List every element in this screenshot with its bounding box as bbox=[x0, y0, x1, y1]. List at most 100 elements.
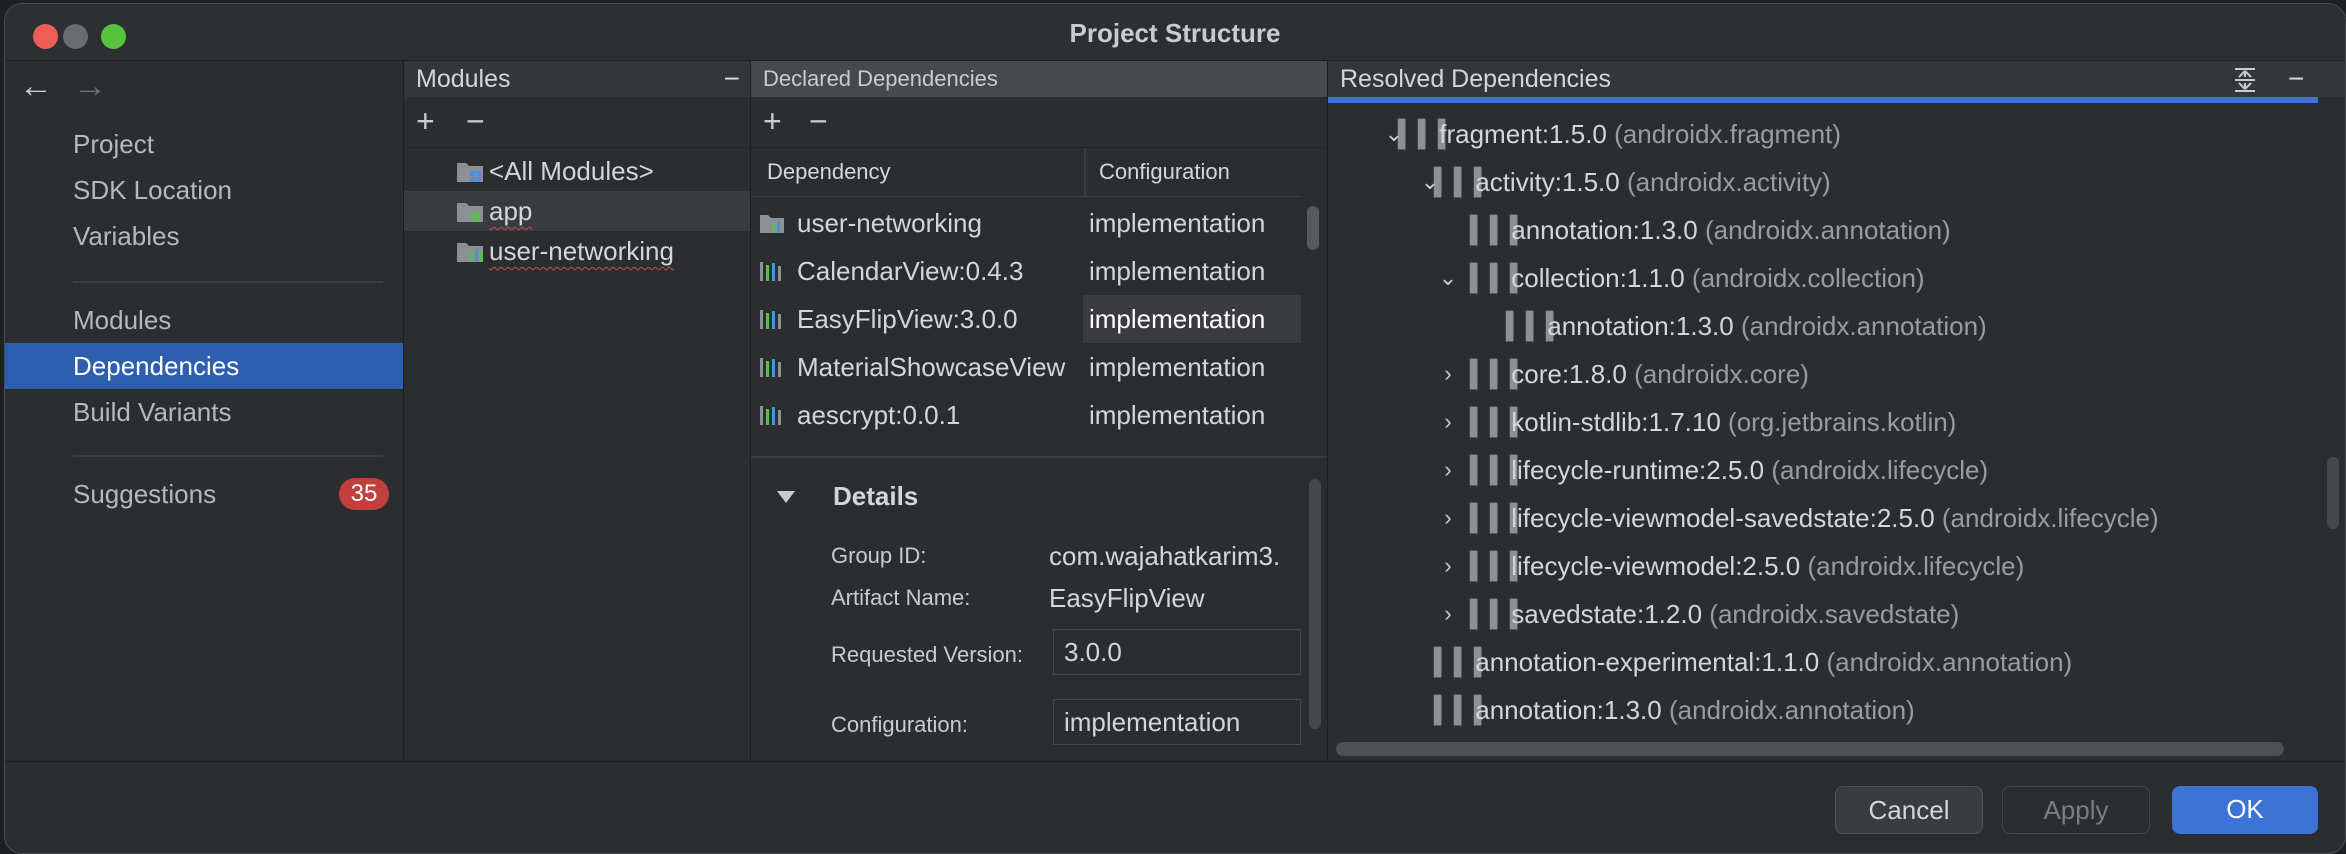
details-scrollbar[interactable] bbox=[1309, 479, 1321, 729]
tree-row[interactable]: ▍▍▍ annotation:1.3.0 (androidx.annotatio… bbox=[1470, 207, 1951, 253]
tree-row[interactable]: › ▍▍▍ lifecycle-viewmodel:2.5.0 (android… bbox=[1444, 543, 2024, 589]
module-item-all-modules[interactable]: <All Modules> bbox=[404, 151, 750, 191]
dependency-group: (androidx.activity) bbox=[1626, 167, 1831, 197]
table-row[interactable]: user-networking implementation bbox=[751, 199, 1301, 247]
dependencies-table-header: Dependency Configuration bbox=[751, 148, 1301, 197]
chevron-right-icon[interactable]: › bbox=[1438, 591, 1458, 637]
collapse-all-icon[interactable] bbox=[2232, 67, 2258, 93]
column-header-configuration[interactable]: Configuration bbox=[1099, 148, 1230, 196]
table-row[interactable]: CalendarView:0.4.3 implementation bbox=[751, 247, 1301, 295]
column-header-dependency[interactable]: Dependency bbox=[767, 148, 891, 196]
tree-row[interactable]: ⌄ ▍▍▍ activity:1.5.0 (androidx.activity) bbox=[1421, 159, 1831, 205]
dependency-group: (androidx.fragment) bbox=[1614, 119, 1842, 149]
library-icon bbox=[760, 406, 781, 425]
remove-module-button[interactable]: − bbox=[466, 103, 485, 140]
tree-horizontal-scrollbar[interactable] bbox=[1336, 742, 2284, 756]
add-module-button[interactable]: + bbox=[416, 103, 435, 140]
apply-button[interactable]: Apply bbox=[2002, 786, 2150, 834]
project-structure-window: Project Structure ← → Project SDK Locati… bbox=[4, 3, 2346, 854]
column-divider[interactable] bbox=[1084, 148, 1086, 196]
tree-row[interactable]: › ▍▍▍ lifecycle-viewmodel-savedstate:2.5… bbox=[1444, 495, 2158, 541]
dependency-group: (androidx.savedstate) bbox=[1709, 599, 1960, 629]
tree-row[interactable]: ⌄ ▍▍▍ collection:1.1.0 (androidx.collect… bbox=[1439, 255, 1925, 301]
details-collapse-icon[interactable] bbox=[777, 491, 795, 503]
tree-row[interactable]: › ▍▍▍ lifecycle-runtime:2.5.0 (androidx.… bbox=[1444, 447, 1989, 493]
ok-button[interactable]: OK bbox=[2172, 786, 2318, 834]
dependency-group: (org.jetbrains.kotlin) bbox=[1728, 407, 1957, 437]
sidebar-divider bbox=[73, 281, 383, 283]
module-item-app[interactable]: app bbox=[404, 191, 750, 231]
sidebar-item-variables[interactable]: Variables bbox=[5, 213, 403, 259]
dependency-name: annotation:1.3.0 bbox=[1511, 215, 1698, 245]
chevron-right-icon[interactable]: › bbox=[1438, 351, 1458, 397]
sidebar-item-sdk-location[interactable]: SDK Location bbox=[5, 167, 403, 213]
module-item-user-networking[interactable]: user-networking bbox=[404, 231, 750, 271]
declared-toolbar: + − bbox=[751, 97, 1327, 148]
modules-header: Modules − bbox=[404, 61, 750, 97]
table-row[interactable]: aescrypt:0.0.1 implementation bbox=[751, 391, 1301, 439]
add-dependency-button[interactable]: + bbox=[763, 103, 782, 140]
table-row[interactable]: MaterialShowcaseView implementation bbox=[751, 343, 1301, 391]
remove-dependency-button[interactable]: − bbox=[809, 103, 828, 140]
sidebar-item-dependencies[interactable]: Dependencies bbox=[5, 343, 403, 389]
library-icon: ▍▍▍ bbox=[1470, 263, 1530, 293]
module-label: app bbox=[489, 196, 533, 226]
library-icon: ▍▍▍ bbox=[1470, 503, 1530, 533]
dependency-group: (androidx.annotation) bbox=[1740, 311, 1987, 341]
title-bar: Project Structure bbox=[5, 4, 2345, 61]
dependency-name: aescrypt:0.0.1 bbox=[797, 400, 961, 430]
chevron-down-icon[interactable]: ⌄ bbox=[1384, 111, 1404, 157]
chevron-right-icon[interactable]: › bbox=[1438, 447, 1458, 493]
tree-row[interactable]: ▍▍▍ annotation-experimental:1.1.0 (andro… bbox=[1434, 639, 2072, 685]
library-icon: ▍▍▍ bbox=[1470, 455, 1530, 485]
cancel-button[interactable]: Cancel bbox=[1835, 786, 1983, 834]
back-arrow-icon[interactable]: ← bbox=[19, 67, 53, 106]
table-row[interactable]: EasyFlipView:3.0.0 implementation bbox=[751, 295, 1301, 343]
table-scrollbar[interactable] bbox=[1307, 206, 1319, 250]
tree-row[interactable]: ⌄ ▍▍▍ fragment:1.5.0 (androidx.fragment) bbox=[1385, 111, 1842, 157]
modules-toolbar: + − bbox=[404, 97, 750, 148]
hide-panel-icon[interactable]: − bbox=[2288, 61, 2304, 97]
library-icon: ▍▍▍ bbox=[1506, 311, 1566, 341]
chevron-right-icon[interactable]: › bbox=[1438, 399, 1458, 445]
tree-row[interactable]: ▍▍▍ annotation:1.3.0 (androidx.annotatio… bbox=[1434, 687, 1915, 733]
sidebar-item-modules[interactable]: Modules bbox=[5, 297, 403, 343]
dependency-configuration: implementation bbox=[1089, 400, 1266, 430]
sidebar-item-suggestions[interactable]: Suggestions 35 bbox=[5, 471, 403, 517]
details-divider[interactable] bbox=[751, 456, 1327, 458]
library-icon: ▍▍▍ bbox=[1434, 647, 1494, 677]
tree-row[interactable]: ▍▍▍ annotation:1.3.0 (androidx.annotatio… bbox=[1506, 303, 1987, 349]
requested-version-field[interactable]: 3.0.0 bbox=[1053, 629, 1301, 675]
module-label: user-networking bbox=[489, 236, 674, 266]
configuration-field[interactable]: implementation bbox=[1053, 699, 1301, 745]
chevron-right-icon[interactable]: › bbox=[1438, 543, 1458, 589]
sidebar-item-label: Suggestions bbox=[73, 479, 217, 509]
collapse-panel-icon[interactable]: − bbox=[724, 61, 740, 97]
sidebar-item-build-variants[interactable]: Build Variants bbox=[5, 389, 403, 435]
declared-dependencies-panel: Declared Dependencies + − Dependency Con… bbox=[751, 61, 1328, 761]
dependency-name: kotlin-stdlib:1.7.10 bbox=[1511, 407, 1721, 437]
resolved-dependencies-panel: Resolved Dependencies − ⌄ ▍▍▍ fragment:1… bbox=[1328, 61, 2345, 761]
dependency-group: (androidx.lifecycle) bbox=[1771, 455, 1989, 485]
dependency-name: activity:1.5.0 bbox=[1475, 167, 1620, 197]
dependency-group: (androidx.annotation) bbox=[1826, 647, 2073, 677]
dependency-name: annotation:1.3.0 bbox=[1547, 311, 1734, 341]
sidebar: ← → Project SDK Location Variables Modul… bbox=[5, 61, 404, 761]
library-icon: ▍▍▍ bbox=[1470, 359, 1530, 389]
chevron-down-icon[interactable]: ⌄ bbox=[1438, 255, 1458, 301]
chevron-down-icon[interactable]: ⌄ bbox=[1420, 159, 1440, 205]
window-title: Project Structure bbox=[1069, 18, 1281, 48]
tree-row[interactable]: › ▍▍▍ kotlin-stdlib:1.7.10 (org.jetbrain… bbox=[1444, 399, 1957, 445]
dependency-configuration: implementation bbox=[1089, 256, 1266, 286]
dependency-group: (androidx.core) bbox=[1634, 359, 1809, 389]
sidebar-item-project[interactable]: Project bbox=[5, 121, 403, 167]
tree-row[interactable]: › ▍▍▍ savedstate:1.2.0 (androidx.savedst… bbox=[1444, 591, 1960, 637]
modules-title: Modules bbox=[416, 65, 511, 93]
tree-vertical-scrollbar[interactable] bbox=[2327, 457, 2339, 529]
group-id-value: com.wajahatkarim3. bbox=[1049, 541, 1281, 571]
forward-arrow-icon[interactable]: → bbox=[73, 67, 107, 106]
tree-row[interactable]: › ▍▍▍ core:1.8.0 (androidx.core) bbox=[1444, 351, 1809, 397]
chevron-right-icon[interactable]: › bbox=[1438, 495, 1458, 541]
library-icon bbox=[760, 262, 781, 281]
android-module-folder-icon bbox=[457, 203, 483, 222]
